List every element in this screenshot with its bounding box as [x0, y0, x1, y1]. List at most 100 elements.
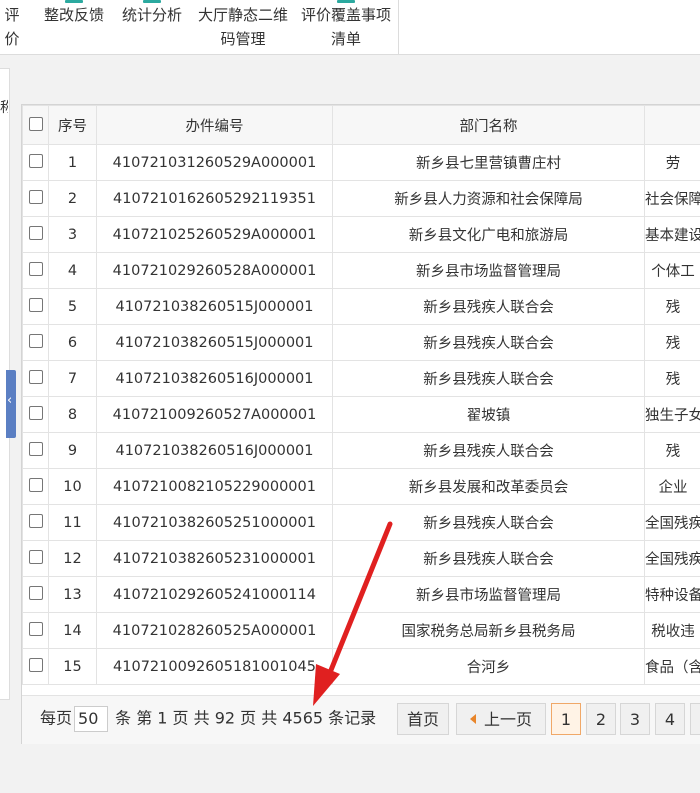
cell-item: 全国残疾: [644, 504, 700, 541]
nav-item-indicator: [143, 0, 161, 3]
cell-seq: 4: [48, 252, 97, 289]
cell-department: 新乡县残疾人联合会: [332, 540, 645, 577]
page-button-4[interactable]: 4: [655, 703, 685, 735]
row-checkbox-cell: [22, 360, 49, 397]
table-row[interactable]: 15 4107210092605181001045 合河乡 食品（含: [22, 648, 700, 685]
row-checkbox[interactable]: [28, 406, 43, 420]
table-row[interactable]: 14 410721028260525A000001 国家税务总局新乡县税务局 税收违: [22, 612, 700, 649]
row-checkbox[interactable]: [28, 262, 43, 276]
table-row[interactable]: 9 410721038260516J000001 新乡县残疾人联合会残: [22, 432, 700, 469]
first-page-button[interactable]: 首页: [397, 703, 449, 735]
nav-item-hall-qrcode[interactable]: 大厅静态二维 码管理: [195, 0, 291, 51]
row-checkbox[interactable]: [28, 154, 43, 168]
row-checkbox[interactable]: [28, 190, 43, 204]
page-button-2[interactable]: 2: [586, 703, 616, 735]
table-row[interactable]: 4 410721029260528A000001 新乡县市场监督管理局 个体工: [22, 252, 700, 289]
row-checkbox-cell: [22, 180, 49, 217]
cell-item: 社会保障: [644, 180, 700, 217]
per-page-input[interactable]: 50: [74, 706, 109, 732]
cell-seq: 9: [48, 432, 97, 469]
page-button-3[interactable]: 3: [620, 703, 650, 735]
cell-case-number: 410721038260515J000001: [96, 288, 333, 325]
cell-item: 全国残疾: [644, 540, 700, 577]
row-checkbox[interactable]: [28, 622, 43, 636]
nav-item-label: 整改反馈: [43, 6, 104, 24]
table-row[interactable]: 12 410721038260523100000​1 新乡县残疾人联合会 全国残疾: [22, 540, 700, 577]
row-checkbox-cell: [22, 612, 49, 649]
table-row[interactable]: 11 410721038260525100000​1 新乡县残疾人联合会 全国残疾: [22, 504, 700, 541]
cell-item: 残: [644, 360, 700, 397]
table-row[interactable]: 6 410721038260515J000001 新乡县残疾人联合会残: [22, 324, 700, 361]
cell-department: 新乡县残疾人联合会: [332, 324, 645, 361]
page-button-1[interactable]: 1: [551, 703, 581, 735]
row-checkbox[interactable]: [28, 442, 43, 456]
cell-seq: 12: [48, 540, 97, 577]
cell-department: 新乡县残疾人联合会: [332, 504, 645, 541]
row-checkbox-cell: [22, 144, 49, 181]
table-row[interactable]: 2 4107210162605292119351 新乡县人力资源和社会保障局 社会保障: [22, 180, 700, 217]
cell-item: 食品（含: [644, 648, 700, 685]
cell-case-number: 410721031260529A000001: [96, 144, 333, 181]
select-all-checkbox[interactable]: [28, 117, 43, 131]
row-checkbox[interactable]: [28, 298, 43, 312]
nav-item-statistics[interactable]: 统计分析: [118, 0, 186, 27]
data-grid-panel: 序号 办件编号 部门名称 1 410721031260529A000001 新乡县七…: [21, 104, 700, 744]
row-checkbox[interactable]: [28, 514, 43, 528]
cell-case-number: 410721008210522900000​1: [96, 468, 333, 505]
cell-department: 合河乡: [332, 648, 645, 685]
nav-item-indicator: [65, 0, 83, 3]
cell-seq: 15: [48, 648, 97, 685]
prev-page-button[interactable]: 上一页: [456, 703, 546, 735]
table-header-row: 序号 办件编号 部门名称: [22, 105, 700, 145]
row-checkbox-cell: [22, 468, 49, 505]
table-row[interactable]: 13 4107210292605241000114 新乡县市场监督管理局 特种设备: [22, 576, 700, 613]
row-checkbox-cell: [22, 324, 49, 361]
cell-department: 新乡县市场监督管理局: [332, 252, 645, 289]
cell-item: 税收违: [644, 612, 700, 649]
cell-department: 新乡县文化广电和旅游局: [332, 216, 645, 253]
cell-seq: 11: [48, 504, 97, 541]
row-checkbox-cell: [22, 396, 49, 433]
table-row[interactable]: 3 410721025260529A000001 新乡县文化广电和旅游局 基本建设: [22, 216, 700, 253]
cell-case-number: 410721038260525100000​1: [96, 504, 333, 541]
row-checkbox[interactable]: [28, 478, 43, 492]
row-checkbox[interactable]: [28, 226, 43, 240]
row-checkbox[interactable]: [28, 586, 43, 600]
row-checkbox-cell: [22, 432, 49, 469]
cell-seq: 7: [48, 360, 97, 397]
cell-seq: 5: [48, 288, 97, 325]
nav-item-rectification-feedback[interactable]: 整改反馈: [40, 0, 108, 27]
cell-department: 新乡县人力资源和社会保障局: [332, 180, 645, 217]
collapse-panel-button[interactable]: ‹: [6, 370, 16, 438]
cell-department: 新乡县发展和改革委员会: [332, 468, 645, 505]
cell-item: 企业: [644, 468, 700, 505]
row-checkbox[interactable]: [28, 658, 43, 672]
cell-department: 新乡县七里营镇曹庄村: [332, 144, 645, 181]
header-item[interactable]: [644, 105, 700, 145]
cell-department: 翟坡镇: [332, 396, 645, 433]
row-checkbox[interactable]: [28, 370, 43, 384]
header-case-number[interactable]: 办件编号: [96, 105, 333, 145]
cell-case-number: 410721025260529A000001: [96, 216, 333, 253]
table-row[interactable]: 1 410721031260529A000001 新乡县七里营镇曹庄村劳: [22, 144, 700, 181]
row-checkbox-cell: [22, 504, 49, 541]
nav-item-evaluation[interactable]: 评价: [0, 0, 24, 51]
table-row[interactable]: 7 410721038260516J000001 新乡县残疾人联合会残: [22, 360, 700, 397]
row-checkbox-cell: [22, 216, 49, 253]
cell-case-number: 410721038260516J000001: [96, 360, 333, 397]
nav-item-label: 统计分析: [121, 6, 182, 24]
cell-item: 残: [644, 432, 700, 469]
table-row[interactable]: 10 410721008210522900000​1 新乡县发展和改革委员会 企业: [22, 468, 700, 505]
nav-divider: [398, 0, 399, 54]
cell-department: 新乡县残疾人联合会: [332, 432, 645, 469]
row-checkbox[interactable]: [28, 550, 43, 564]
next-pages-button[interactable]: [690, 703, 700, 735]
table-row[interactable]: 8 410721009260527A000001 翟坡镇 独生子女: [22, 396, 700, 433]
nav-item-label-line2: 码管理: [220, 30, 266, 48]
row-checkbox[interactable]: [28, 334, 43, 348]
table-row[interactable]: 5 410721038260515J000001 新乡县残疾人联合会残: [22, 288, 700, 325]
nav-item-coverage-list[interactable]: 评价覆盖事项 清单: [298, 0, 394, 51]
header-department[interactable]: 部门名称: [332, 105, 645, 145]
header-seq[interactable]: 序号: [48, 105, 97, 145]
nav-item-label-line2: 清单: [330, 30, 361, 48]
